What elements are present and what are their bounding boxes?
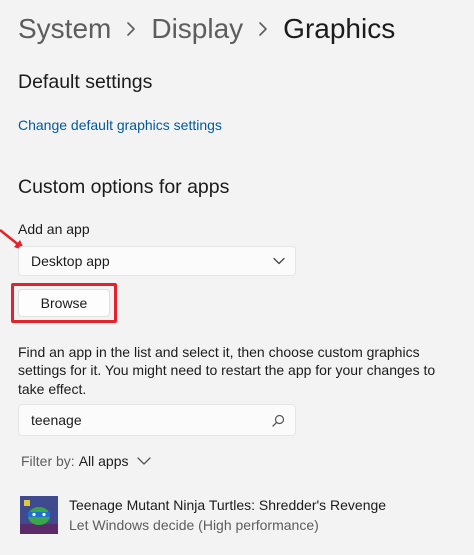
- breadcrumb-system[interactable]: System: [18, 13, 111, 45]
- app-type-value: Desktop app: [31, 253, 110, 269]
- filter-label: Filter by:: [21, 453, 75, 469]
- breadcrumb-display[interactable]: Display: [151, 13, 243, 45]
- filter-value: All apps: [78, 453, 129, 469]
- filter-dropdown[interactable]: Filter by: All apps: [21, 451, 151, 471]
- app-search-box[interactable]: [18, 404, 296, 436]
- default-settings-heading: Default settings: [18, 71, 153, 93]
- chevron-right-icon: [111, 21, 151, 37]
- breadcrumb-graphics: Graphics: [283, 13, 396, 44]
- chevron-down-icon: [273, 257, 285, 265]
- app-tile-icon: [20, 496, 58, 534]
- search-input[interactable]: [31, 412, 272, 428]
- instructions-text: Find an app in the list and select it, t…: [18, 344, 436, 397]
- app-type-dropdown[interactable]: Desktop app: [18, 246, 296, 276]
- custom-options-heading: Custom options for apps: [18, 176, 230, 198]
- chevron-right-icon: [243, 21, 283, 37]
- browse-button[interactable]: Browse: [18, 289, 110, 317]
- change-default-graphics-link[interactable]: Change default graphics settings: [18, 117, 222, 133]
- app-graphics-setting: Let Windows decide (High performance): [69, 517, 319, 533]
- search-icon[interactable]: [272, 414, 285, 427]
- app-name[interactable]: Teenage Mutant Ninja Turtles: Shredder's…: [69, 497, 386, 513]
- breadcrumb: System Display Graphics: [18, 6, 395, 52]
- chevron-down-icon: [136, 457, 151, 465]
